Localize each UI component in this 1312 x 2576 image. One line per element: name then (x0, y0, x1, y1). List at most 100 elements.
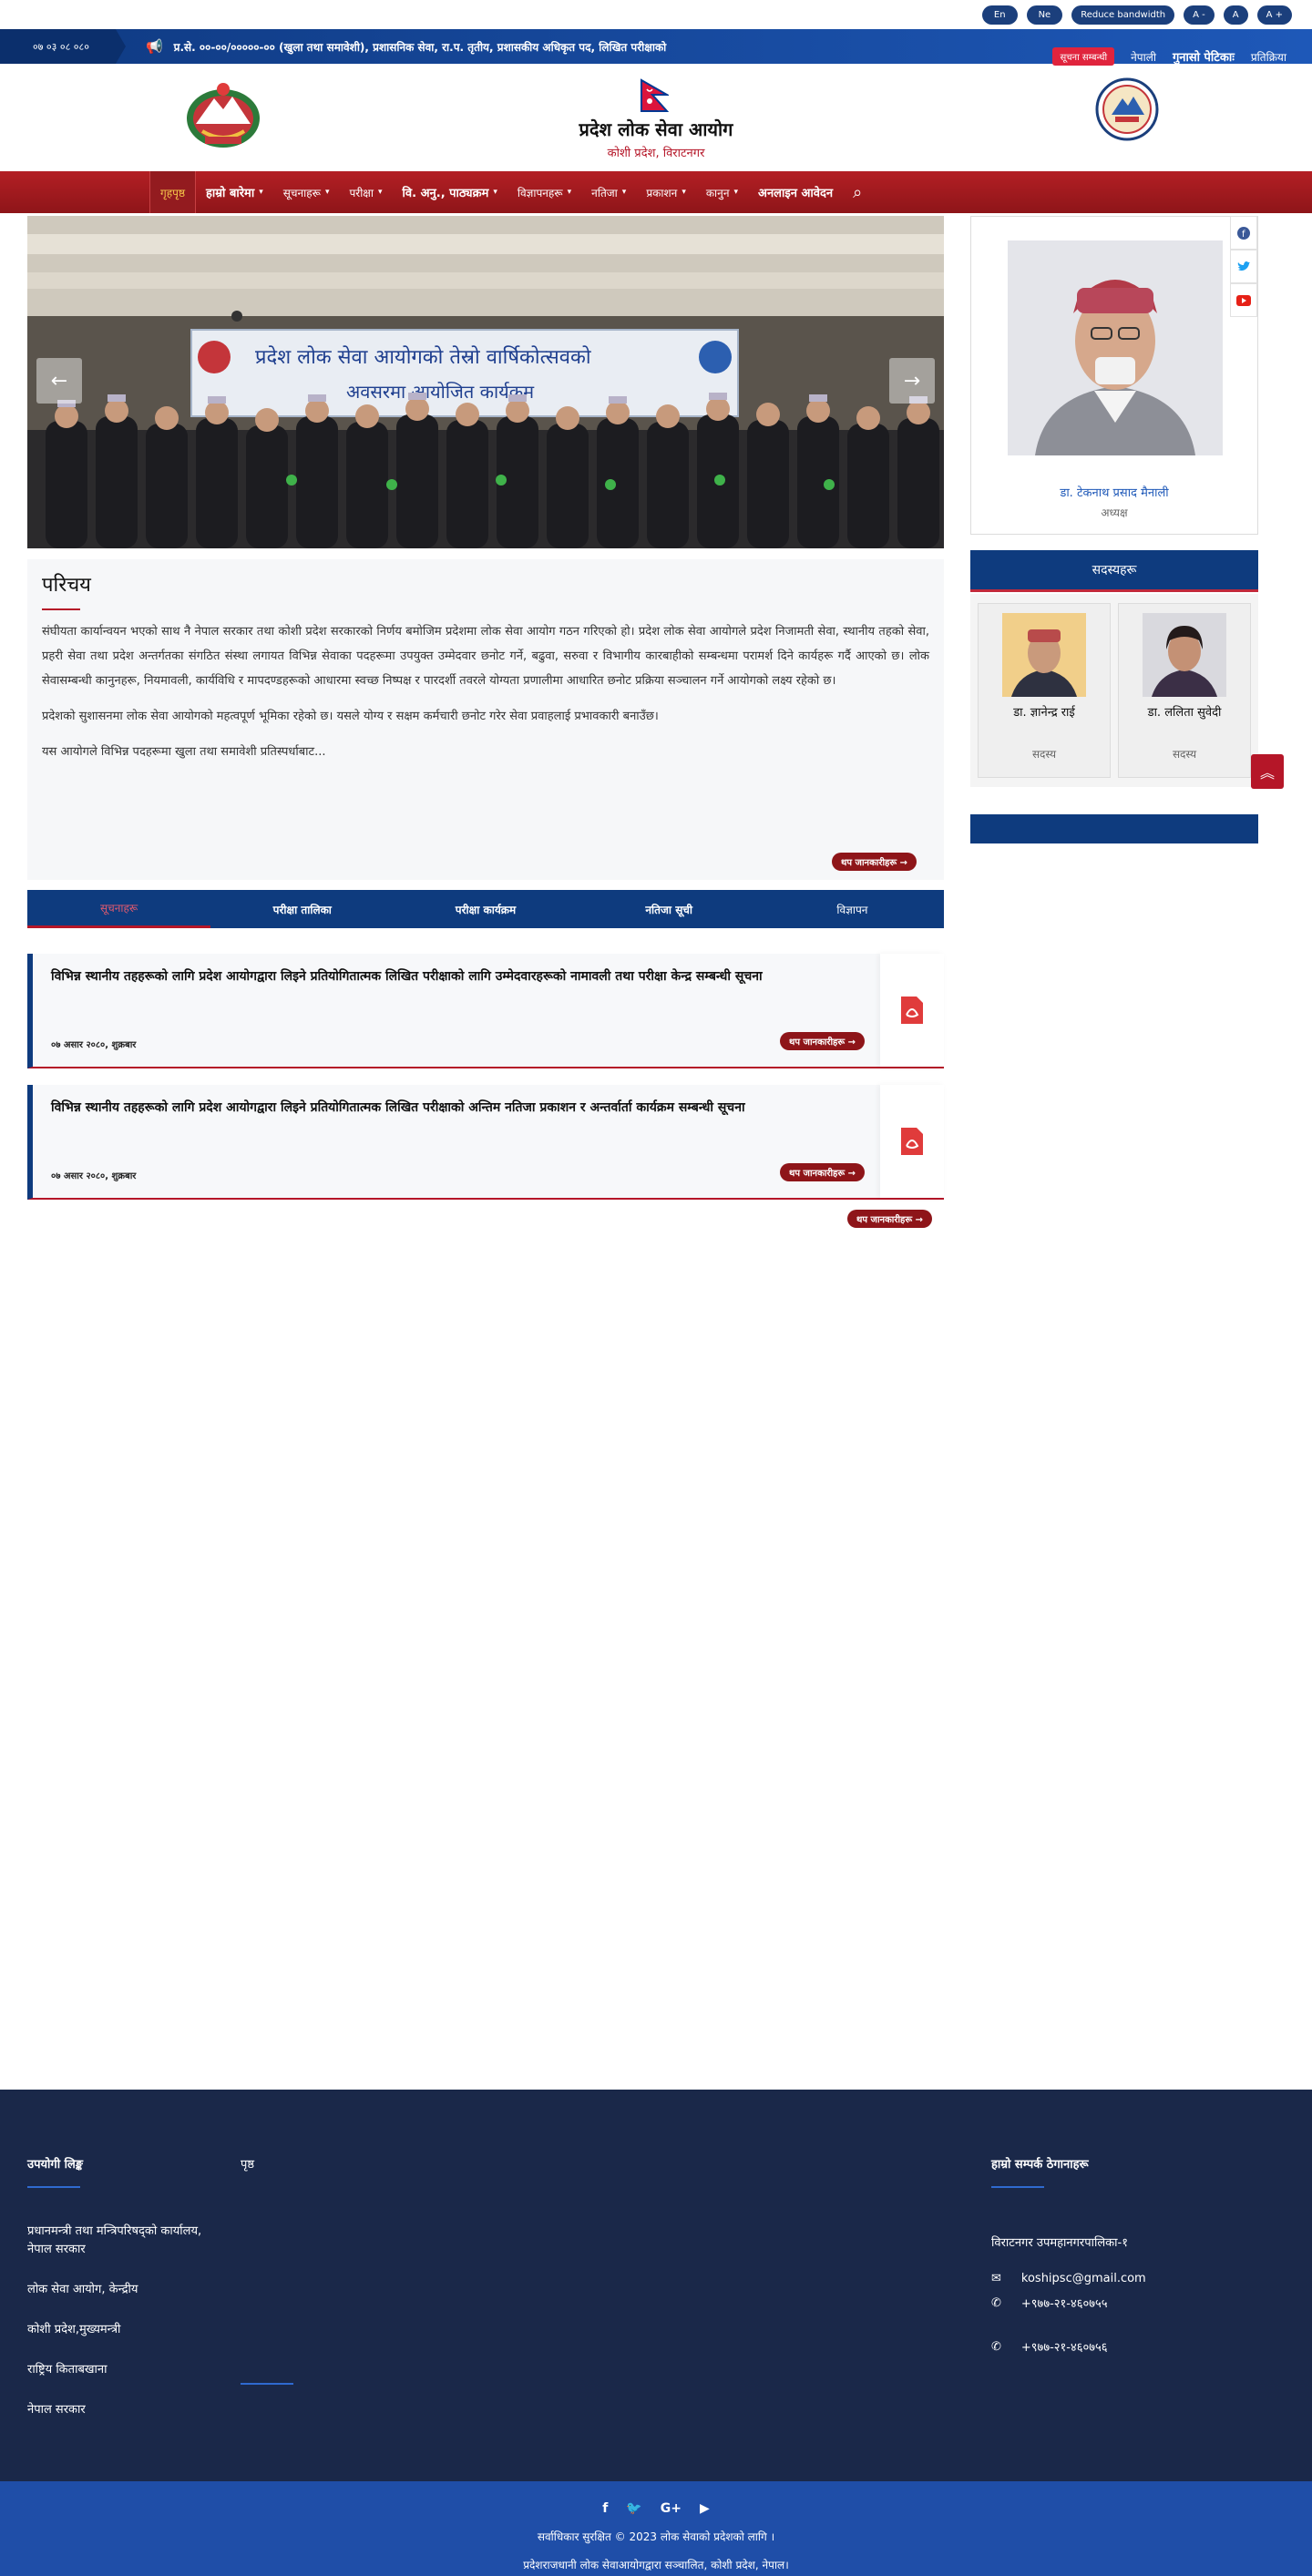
search-icon[interactable]: ⌕ (843, 171, 872, 213)
notice-tab[interactable]: नतिजा सूची (578, 890, 761, 928)
footer-phone-1[interactable]: +९७७-२१-४६०७५५ (1021, 2295, 1108, 2311)
phone-icon: ✆ (991, 2295, 1001, 2310)
reduce-bandwidth-button[interactable]: Reduce bandwidth (1071, 5, 1175, 25)
sidebar-blue-bar (970, 814, 1258, 843)
twitter-icon[interactable]: 🐦 (626, 2501, 641, 2516)
photo-slider[interactable]: प्रदेश लोक सेवा आयोगको तेस्रो वार्षिकोत्… (27, 216, 944, 548)
nav-item-label: परीक्षा (349, 186, 374, 199)
about-paragraph-3: यस आयोगले विभिन्न पदहरूमा खुला तथा समावे… (42, 745, 326, 759)
pdf-icon[interactable] (880, 954, 944, 1067)
site-subtitle: कोशी प्रदेश, विराटनगर (607, 147, 705, 160)
facebook-icon[interactable]: f (602, 2501, 608, 2516)
nav-item[interactable]: परीक्षा ▾ (339, 171, 392, 213)
notice-card[interactable]: विभिन्न स्थानीय तहहरूको लागि प्रदेश आयोग… (27, 1085, 944, 1200)
nav-item-label: नतिजा (591, 186, 618, 199)
nav-item[interactable]: प्रकाशन ▾ (636, 171, 696, 213)
nav-item[interactable]: अनलाइन आवेदन (748, 171, 843, 213)
nav-item-label: सूचनाहरू (282, 186, 321, 199)
notice-date: ०७ असार २०८०, शुक्रबार (51, 1171, 137, 1181)
youtube-icon[interactable] (1230, 283, 1257, 317)
main-nav: गृहपृष्ठ हाम्रो बारेमा ▾ सूचनाहरू ▾ परीक्षा ▾ व… (0, 171, 1312, 213)
notice-title[interactable]: विभिन्न स्थानीय तहहरूको लागि प्रदेश आयोग… (51, 968, 853, 986)
nav-item-label: गृहपृष्ठ (160, 186, 186, 199)
footer-link[interactable]: प्रधानमन्त्री तथा मन्त्रिपरिषद्को कार्या… (27, 2223, 219, 2259)
notice-tab[interactable]: परीक्षा कार्यक्रम (394, 890, 577, 928)
banner-line-2: अवसरमा आयोजित कार्यक्रम (346, 381, 535, 403)
nav-item[interactable]: नतिजा ▾ (581, 171, 636, 213)
about-paragraph-2: प्रदेशको सुशासनमा लोक सेवा आयोगको महत्वप… (42, 710, 659, 723)
notice-card[interactable]: विभिन्न स्थानीय तहहरूको लागि प्रदेश आयोग… (27, 954, 944, 1068)
member-name: डा. ज्ञानेन्द्र राई (1013, 706, 1075, 720)
ticker-headline-link[interactable]: प्र.से. ००-००/०००००-०० (खुला तथा समावेशी… (174, 39, 667, 55)
notice-more-button[interactable]: थप जानकारीहरू → (780, 1163, 866, 1181)
svg-text:f: f (1242, 230, 1245, 240)
chairperson-photo (1008, 240, 1223, 455)
nav-item-label: अनलाइन आवेदन (758, 187, 834, 200)
news-ticker: ०७ ०३ ०८ ०८० 📢 प्र.से. ००-००/०००००-०० (ख… (0, 29, 1312, 66)
slider-prev-arrow-icon[interactable]: ← (36, 358, 82, 404)
notice-tabs: सूचनाहरू परीक्षा तालिका परीक्षा कार्यक्रम न… (27, 890, 944, 928)
copyright-line-1: सर्वाधिकार सुरक्षित © 2023 लोक सेवाको प्… (537, 2530, 775, 2543)
nav-item[interactable]: विज्ञापनहरू ▾ (507, 171, 581, 213)
slider-image: प्रदेश लोक सेवा आयोगको तेस्रो वार्षिकोत्… (27, 216, 944, 548)
font-decrease-button[interactable]: A - (1184, 5, 1215, 25)
notice-badge[interactable]: सूचना सम्बन्धी (1052, 47, 1115, 66)
footer-links-list: प्रधानमन्त्री तथा मन्त्रिपरिषद्को कार्या… (27, 2223, 219, 2419)
about-more-button[interactable]: थप जानकारीहरू → (831, 853, 917, 871)
notice-title[interactable]: विभिन्न स्थानीय तहहरूको लागि प्रदेश आयोग… (51, 1099, 853, 1117)
notice-more-button[interactable]: थप जानकारीहरू → (780, 1032, 866, 1050)
chairperson-card: डा. टेकनाथ प्रसाद मैनाली अध्यक्ष (970, 216, 1258, 535)
facebook-icon[interactable]: f (1230, 216, 1257, 250)
all-notices-button[interactable]: थप जानकारीहरू → (847, 1210, 933, 1228)
chevron-down-icon: ▾ (621, 188, 627, 197)
twitter-icon[interactable] (1230, 250, 1257, 283)
nav-item-label: वि. अनु., पाठ्यक्रम (402, 187, 489, 200)
pdf-icon[interactable] (880, 1085, 944, 1198)
chevron-down-icon: ▾ (567, 188, 572, 197)
nav-item[interactable]: कानुन ▾ (696, 171, 748, 213)
footer-address: विराटनगर उपमहानगरपालिका-१ (991, 2236, 1128, 2250)
grievance-link[interactable]: गुनासो पेटिकाः (1173, 48, 1235, 65)
footer-email-link[interactable]: koshipsc@gmail.com (1021, 2272, 1146, 2285)
chevron-down-icon: ▾ (493, 188, 497, 197)
nav-item[interactable]: वि. अनु., पाठ्यक्रम ▾ (393, 171, 507, 213)
notice-date: ०७ असार २०८०, शुक्रबार (51, 1040, 137, 1050)
nepali-link[interactable]: नेपाली (1131, 49, 1156, 65)
about-section: परिचय संघीयता कार्यान्वयन भएको साथ नै ने… (27, 559, 944, 880)
copyright-bar: f 🐦 G+ ▶ सर्वाधिकार सुरक्षित © 2023 लोक … (0, 2481, 1312, 2576)
utility-bar: En Ne Reduce bandwidth A - A A + (0, 0, 1312, 29)
member-card[interactable]: डा. ज्ञानेन्द्र राई सदस्य (978, 603, 1111, 778)
font-normal-button[interactable]: A (1223, 5, 1248, 25)
lang-en-button[interactable]: En (981, 5, 1018, 25)
nav-item[interactable]: सूचनाहरू ▾ (273, 171, 340, 213)
nav-item[interactable]: हाम्रो बारेमा ▾ (196, 171, 273, 213)
notice-tab[interactable]: सूचनाहरू (27, 890, 211, 928)
member-photo (1143, 613, 1226, 697)
copyright-line-2: प्रदेशराजधानी लोक सेवाआयोगद्वारा सञ्चालि… (523, 2559, 789, 2571)
back-to-top-icon[interactable]: ︽ (1251, 754, 1284, 789)
chevron-down-icon: ▾ (259, 188, 263, 197)
footer-contact-column: हाम्रो सम्पर्क ठेगानाहरू विराटनगर उपमहान… (991, 2155, 1274, 2377)
member-card[interactable]: डा. ललिता सुवेदी सदस्य (1118, 603, 1251, 778)
notice-tab[interactable]: परीक्षा तालिका (210, 890, 394, 928)
nav-item-label: हाम्रो बारेमा (206, 187, 255, 200)
footer-phone-2[interactable]: +९७७-२१-४६०७५६ (1021, 2338, 1108, 2355)
footer-link[interactable]: लोक सेवा आयोग, केन्द्रीय (27, 2281, 219, 2299)
footer-link[interactable]: नेपाल सरकार (27, 2401, 219, 2419)
footer-link[interactable]: राष्ट्रिय किताबखाना (27, 2361, 219, 2379)
footer-contact-title: हाम्रो सम्पर्क ठेगानाहरू (991, 2158, 1089, 2172)
main-content: प्रदेश लोक सेवा आयोगको तेस्रो वार्षिकोत्… (0, 213, 1312, 2090)
nav-item-label: प्रकाशन (646, 186, 678, 199)
footer-underline (27, 2186, 80, 2188)
footer-link[interactable]: कोशी प्रदेश,मुख्यमन्त्री (27, 2321, 219, 2339)
slider-next-arrow-icon[interactable]: → (889, 358, 935, 404)
google-plus-icon[interactable]: G+ (661, 2501, 682, 2516)
commission-logo (1095, 77, 1159, 141)
font-increase-button[interactable]: A + (1256, 5, 1292, 25)
youtube-icon[interactable]: ▶ (700, 2501, 710, 2516)
feedback-link[interactable]: प्रतिक्रिया (1251, 49, 1286, 65)
chairperson-name[interactable]: डा. टेकनाथ प्रसाद मैनाली (971, 484, 1257, 500)
lang-ne-button[interactable]: Ne (1026, 5, 1063, 25)
nav-item[interactable]: गृहपृष्ठ (149, 171, 197, 213)
notice-tab[interactable]: विज्ञापन (761, 890, 944, 928)
